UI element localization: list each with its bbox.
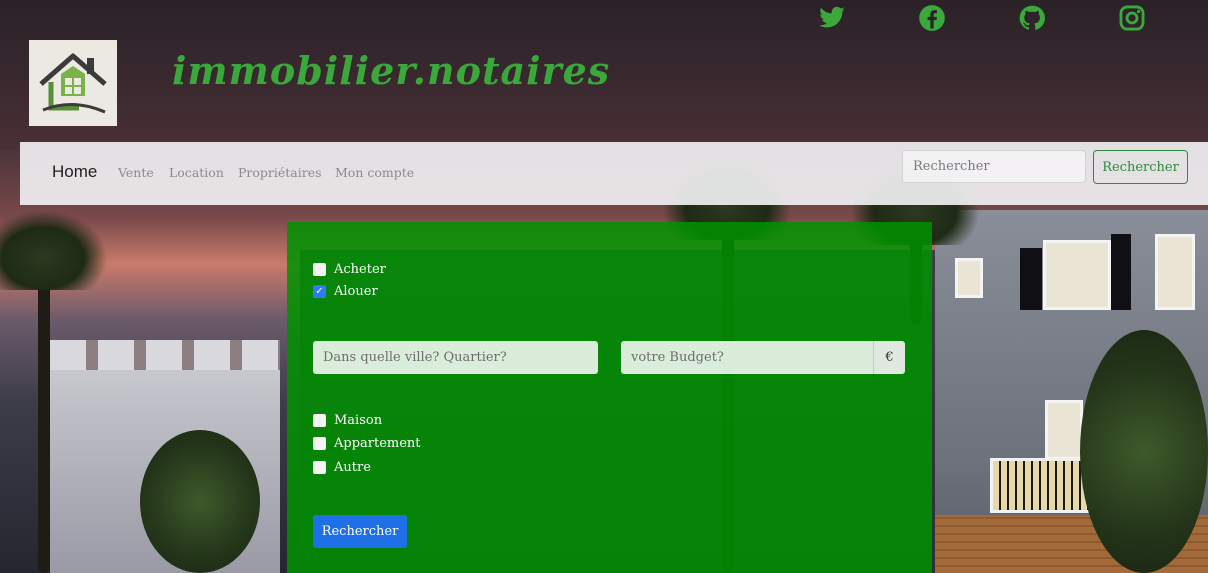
checkbox-label: Appartement (334, 436, 421, 451)
house-logo-icon (39, 53, 107, 114)
checkbox-autre[interactable]: Autre (313, 460, 371, 475)
budget-input[interactable] (621, 341, 874, 374)
checkbox-label: Acheter (334, 262, 386, 277)
property-search-panel: Acheter ✓ Alouer € Maison Appartement Au… (287, 222, 932, 573)
tree (1080, 330, 1208, 573)
nav-home[interactable]: Home (52, 162, 97, 182)
checkbox-box[interactable] (313, 263, 326, 276)
checkbox-box[interactable] (313, 461, 326, 474)
nav-link-proprietaires[interactable]: Propriétaires (238, 165, 322, 180)
checkbox-box[interactable] (313, 437, 326, 450)
checkbox-box[interactable]: ✓ (313, 285, 326, 298)
checkbox-alouer[interactable]: ✓ Alouer (313, 284, 378, 299)
github-icon[interactable] (1018, 4, 1046, 32)
tree (140, 430, 260, 573)
brand-name[interactable]: immobilier.notaires (172, 48, 610, 93)
nav-link-mon-compte[interactable]: Mon compte (335, 165, 414, 180)
nav-search-input[interactable] (902, 150, 1086, 183)
site-logo[interactable] (29, 40, 117, 126)
twitter-icon[interactable] (818, 4, 846, 32)
facebook-icon[interactable] (918, 4, 946, 32)
nav-search-button[interactable]: Rechercher (1093, 150, 1188, 184)
checkbox-acheter[interactable]: Acheter (313, 262, 386, 277)
city-input[interactable] (313, 341, 598, 374)
instagram-icon[interactable] (1118, 4, 1146, 32)
palm-tree (0, 210, 108, 573)
checkbox-label: Alouer (334, 284, 378, 299)
checkbox-label: Autre (334, 460, 371, 475)
checkbox-appartement[interactable]: Appartement (313, 436, 421, 451)
checkbox-label: Maison (334, 413, 383, 428)
checkbox-box[interactable] (313, 414, 326, 427)
main-navbar: Home Vente Location Propriétaires Mon co… (20, 142, 1208, 205)
checkbox-maison[interactable]: Maison (313, 413, 382, 428)
nav-link-location[interactable]: Location (169, 165, 224, 180)
nav-link-vente[interactable]: Vente (118, 165, 154, 180)
search-submit-button[interactable]: Rechercher (313, 515, 407, 548)
currency-addon: € (873, 341, 905, 374)
